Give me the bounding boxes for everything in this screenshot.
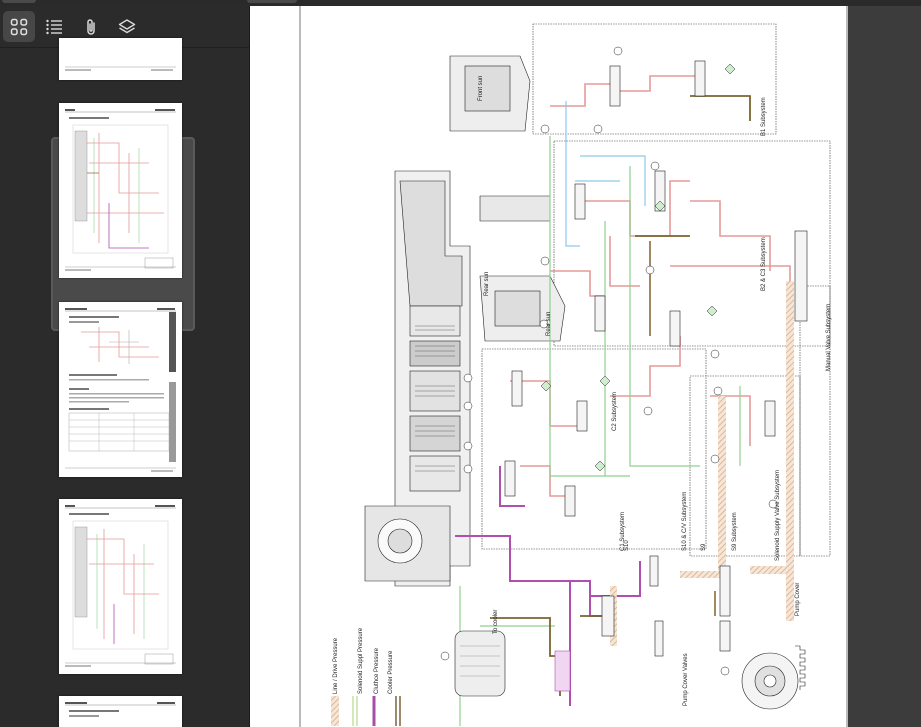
page-thumbnail[interactable] <box>59 499 182 674</box>
to-cooler-label: To cooler <box>493 610 499 634</box>
front-sun-label: Front sun <box>478 76 484 101</box>
layers-icon <box>118 18 136 33</box>
tab-handle[interactable] <box>2 0 36 3</box>
legend-cooler-label: Cooler Pressure <box>388 650 394 694</box>
pump-cover-valves-label: Pump Cover Valves <box>683 653 689 706</box>
pump-cover-label: Pump Cover <box>795 583 801 616</box>
hatched-line-pressure <box>610 281 794 646</box>
oil-filter <box>454 630 506 697</box>
page-thumbnail[interactable] <box>59 696 182 727</box>
pdf-page: B1 Subsystem B2 & C3 Subsystem Manual Va… <box>250 6 848 727</box>
page-preview <box>65 308 176 472</box>
grid-icon <box>10 18 28 35</box>
thumbnail-sidebar <box>0 6 250 727</box>
manual-valve-subsystem-label: Manual Valve Subsystem <box>826 304 832 371</box>
legend-line-drive-label: Line / Drive Pressure <box>333 637 339 694</box>
legend-solenoid-supply-label: Solenoid Suppl Pressure <box>358 627 364 694</box>
pump-assembly <box>741 645 806 710</box>
page-preview <box>65 702 176 717</box>
s9-subsystem-label: S9 Subsystem <box>732 512 738 551</box>
front-sun-assembly <box>449 55 551 222</box>
tab-handle[interactable] <box>247 0 297 3</box>
s10-cv-subsystem-label: S10 & C/V Subsystem <box>682 492 688 551</box>
list-icon <box>46 19 62 34</box>
legend-swatches <box>331 696 401 726</box>
c2-subsystem-label: C2 Subsystem <box>612 392 618 431</box>
hydraulic-circuit-diagram: B1 Subsystem B2 & C3 Subsystem Manual Va… <box>299 6 848 727</box>
thumbnail-list <box>0 38 249 727</box>
page-thumbnail[interactable] <box>59 103 182 278</box>
rear-sun-label: Rear sun <box>484 272 490 296</box>
s10-label: S10 <box>624 540 630 551</box>
filter-symbols <box>540 63 736 472</box>
brown-lines <box>649 241 716 616</box>
paperclip-icon <box>87 18 95 35</box>
solenoid-supply-subsystem-label: Solenoid Supply Valve Subsystem <box>775 470 781 561</box>
thumbnails-view-button[interactable] <box>3 11 35 42</box>
rear-sun-assembly <box>479 275 566 342</box>
page-preview <box>65 505 176 667</box>
cooler-regulator <box>554 650 571 692</box>
b1-subsystem-box <box>532 23 777 135</box>
s9-subsystem-box <box>689 375 801 557</box>
rear-sun-label-2: Rear sun <box>546 312 552 336</box>
document-viewer: B1 Subsystem B2 & C3 Subsystem Manual Va… <box>250 6 921 727</box>
page-preview <box>65 66 176 71</box>
page-preview <box>65 109 176 271</box>
page-thumbnail[interactable] <box>59 302 182 477</box>
legend-clutch-label: Cluthce Pressure <box>374 647 380 694</box>
transmission-cross-section <box>364 170 471 587</box>
b1-subsystem-label: B1 Subsystem <box>761 97 767 136</box>
b2-c3-subsystem-label: B2 & C3 Subsystem <box>761 237 767 291</box>
page-thumbnail[interactable] <box>59 38 182 80</box>
s9-label: S9 <box>701 543 707 551</box>
